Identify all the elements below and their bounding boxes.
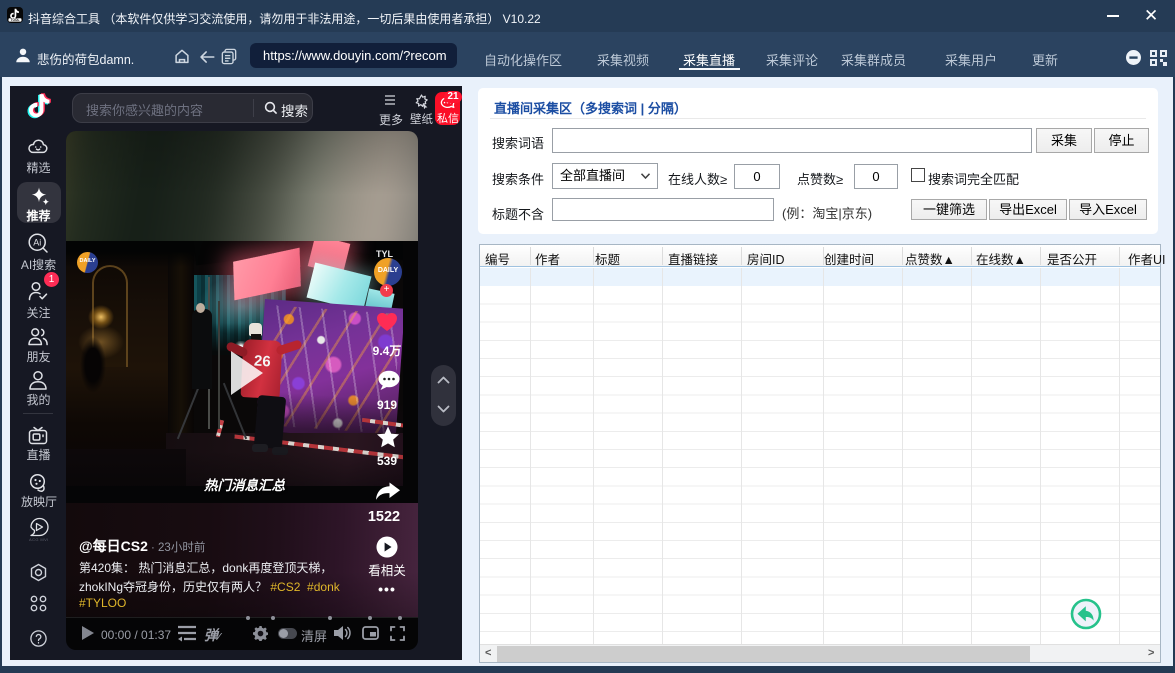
svg-text:Ai: Ai	[33, 238, 41, 248]
svg-text:TOOL: TOOL	[11, 18, 20, 22]
